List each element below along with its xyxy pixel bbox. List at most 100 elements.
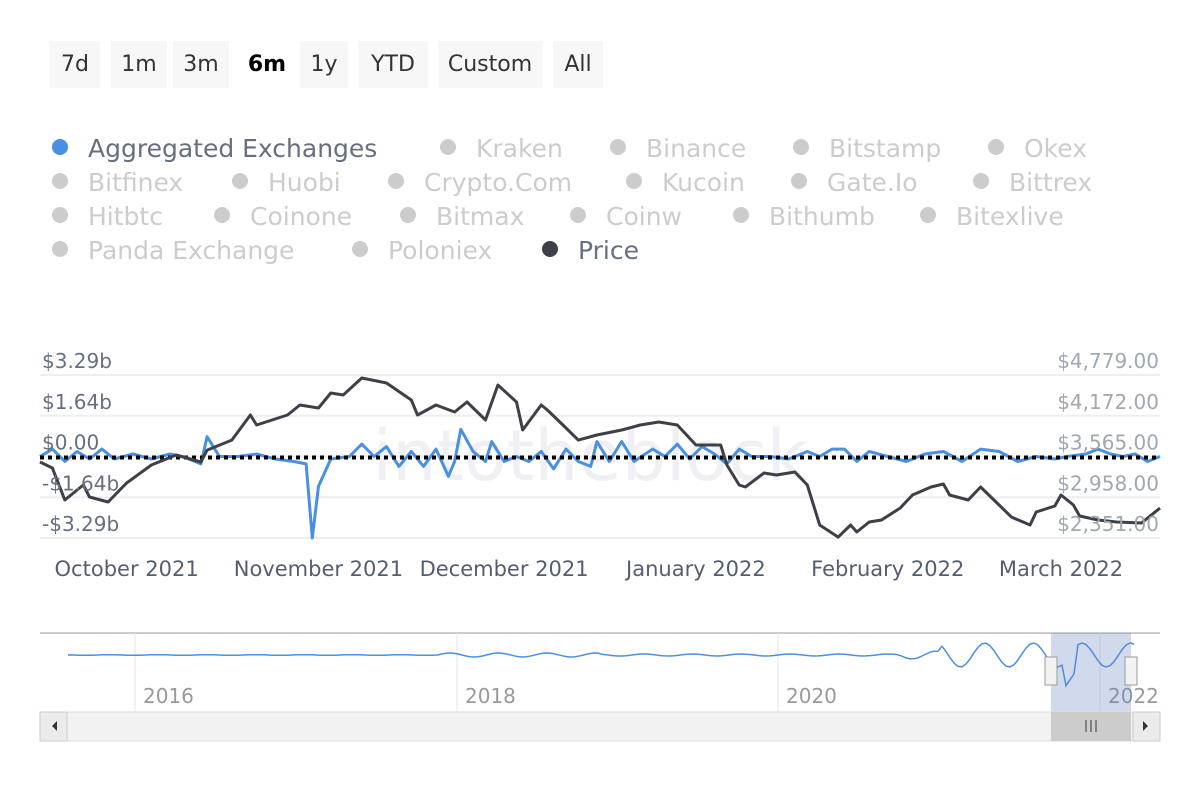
legend-label: Crypto.Com — [424, 168, 573, 197]
legend-dot-icon — [400, 207, 416, 223]
legend-label: Bitmax — [436, 202, 525, 231]
legend-item-binance[interactable]: Binance — [610, 134, 746, 163]
legend-dot-icon — [214, 207, 230, 223]
series-line-price — [39, 376, 1161, 539]
left-axis-tick: $3.29b — [42, 349, 112, 373]
legend-dot-icon — [733, 207, 749, 223]
range-button-3m[interactable]: 3m — [173, 41, 229, 88]
navigator-tick: 2016 — [143, 684, 194, 708]
legend-label: Bitfinex — [88, 168, 184, 197]
legend-label: Bitstamp — [829, 134, 942, 163]
scrollbar-track — [39, 711, 1161, 742]
navigator-selection — [1051, 633, 1131, 712]
legend-dot-icon — [626, 173, 642, 189]
range-button-all[interactable]: All — [553, 41, 603, 88]
legend-label: Poloniex — [388, 236, 493, 265]
legend-label: Panda Exchange — [88, 236, 295, 265]
legend-dot-icon — [52, 173, 68, 189]
legend-item-bithumb[interactable]: Bithumb — [733, 202, 875, 231]
legend-label: Hitbtc — [88, 202, 163, 231]
legend-dot-icon — [440, 139, 456, 155]
legend-dot-icon — [610, 139, 626, 155]
legend-dot-icon — [791, 173, 807, 189]
legend-item-okex[interactable]: Okex — [988, 134, 1087, 163]
scrollbar-thumb — [1051, 712, 1131, 741]
legend-dot-icon — [52, 241, 68, 257]
right-axis-tick: $3,565.00 — [1057, 431, 1159, 455]
legend-label: Okex — [1024, 134, 1088, 163]
legend-label: Binance — [646, 134, 747, 163]
right-axis-tick: $2,351.00 — [1057, 512, 1159, 536]
x-axis-tick: January 2022 — [624, 557, 766, 581]
scrollbar-grip-icon — [1085, 720, 1097, 732]
legend-label: Bitexlive — [956, 202, 1064, 231]
legend-label: Price — [578, 236, 639, 265]
main-chart: intotheblock $3.29b $4,779.00 $1.64b $4,172… — [39, 349, 1161, 742]
legend-dot-icon — [570, 207, 586, 223]
legend-item-poloniex[interactable]: Poloniex — [352, 236, 492, 265]
legend-item-bitexlive[interactable]: Bitexlive — [920, 202, 1064, 231]
legend-item-crypto-com[interactable]: Crypto.Com — [388, 168, 572, 197]
legend-item-bitstamp[interactable]: Bitstamp — [793, 134, 941, 163]
legend-item-bitmax[interactable]: Bitmax — [400, 202, 524, 231]
legend-dot-icon — [232, 173, 248, 189]
arrow-left-icon — [52, 721, 57, 731]
legend-label: Gate.Io — [827, 168, 918, 197]
navigator-tick: 2020 — [786, 684, 837, 708]
x-axis-tick: December 2021 — [420, 557, 589, 581]
arrow-right-icon — [1143, 721, 1148, 731]
navigator-handle — [1044, 656, 1058, 686]
legend-dot-icon — [52, 139, 68, 155]
x-axis-tick: October 2021 — [55, 557, 199, 581]
legend-item-price[interactable]: Price — [542, 236, 639, 265]
right-axis-tick: $4,172.00 — [1057, 390, 1159, 414]
legend-item-kraken[interactable]: Kraken — [440, 134, 563, 163]
legend-dot-icon — [52, 207, 68, 223]
legend-label: Aggregated Exchanges — [88, 134, 378, 163]
left-axis-tick: $0.00 — [42, 431, 99, 455]
legend-item-bitfinex[interactable]: Bitfinex — [52, 168, 183, 197]
watermark: intotheblock — [373, 415, 808, 497]
right-axis-tick: $2,958.00 — [1057, 471, 1159, 495]
left-axis-tick: $1.64b — [42, 390, 112, 414]
legend-item-aggregated-exchanges[interactable]: Aggregated Exchanges — [52, 134, 377, 163]
legend-label: Huobi — [268, 168, 341, 197]
legend-label: Kraken — [476, 134, 563, 163]
series-line-aggregated-exchanges — [39, 427, 1161, 540]
legend-dot-icon — [793, 139, 809, 155]
navigator-tick: 2018 — [465, 684, 516, 708]
right-axis-tick: $4,779.00 — [1057, 349, 1159, 373]
legend-dot-icon — [988, 139, 1004, 155]
legend-item-kucoin[interactable]: Kucoin — [626, 168, 745, 197]
range-button-1m[interactable]: 1m — [111, 41, 167, 88]
range-button-6m[interactable]: 6m — [235, 41, 299, 88]
legend-item-bittrex[interactable]: Bittrex — [973, 168, 1092, 197]
range-button-custom[interactable]: Custom — [438, 41, 542, 88]
legend-dot-icon — [920, 207, 936, 223]
legend-label: Bittrex — [1009, 168, 1093, 197]
x-axis-tick: February 2022 — [811, 557, 964, 581]
left-axis-tick: -$1.64b — [42, 471, 119, 495]
legend-dot-icon — [388, 173, 404, 189]
legend-dot-icon — [352, 241, 368, 257]
legend-label: Bithumb — [769, 202, 875, 231]
x-axis-tick: March 2022 — [999, 557, 1123, 581]
scroll-left-button — [39, 711, 68, 742]
navigator-tick: 2022 — [1108, 684, 1159, 708]
navigator-handle — [1124, 656, 1138, 686]
legend-label: Kucoin — [662, 168, 745, 197]
legend-item-huobi[interactable]: Huobi — [232, 168, 341, 197]
legend-item-coinw[interactable]: Coinw — [570, 202, 682, 231]
range-button-1y[interactable]: 1y — [300, 41, 348, 88]
legend-item-gate-io[interactable]: Gate.Io — [791, 168, 918, 197]
scroll-right-button — [1132, 711, 1161, 742]
range-button-ytd[interactable]: YTD — [358, 41, 428, 88]
range-button-7d[interactable]: 7d — [50, 41, 100, 88]
x-axis-tick: November 2021 — [234, 557, 403, 581]
legend-label: Coinone — [250, 202, 353, 231]
legend-item-hitbtc[interactable]: Hitbtc — [52, 202, 163, 231]
legend-item-coinone[interactable]: Coinone — [214, 202, 352, 231]
legend-label: Coinw — [606, 202, 682, 231]
legend-item-panda-exchange[interactable]: Panda Exchange — [52, 236, 294, 265]
left-axis-tick: -$3.29b — [42, 512, 119, 536]
